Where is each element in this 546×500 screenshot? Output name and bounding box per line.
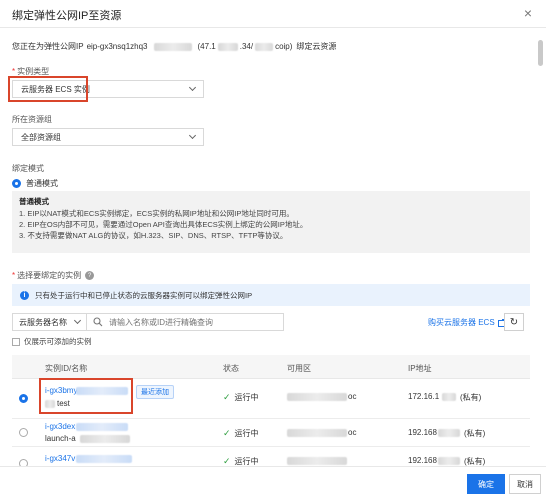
note-line: 3. 不支持需要做NAT ALG的协议，如H.323、SIP、DNS、RTSP、… [19, 231, 288, 240]
redacted-text [287, 393, 347, 401]
ip-type: (私有) [460, 393, 482, 402]
redacted-text [287, 429, 347, 437]
bind-mode-option: 普通模式 [26, 179, 58, 188]
ip-part: (47.1 [197, 42, 216, 51]
check-icon: ✓ [223, 428, 231, 438]
intro-suffix: 绑定云资源 [296, 42, 337, 51]
highlight-box [8, 76, 88, 102]
table-header: 实例ID/名称 状态 可用区 IP地址 [12, 355, 530, 379]
ip-suffix: coip) [275, 42, 293, 51]
buy-ecs-link[interactable]: 购买云服务器 ECS [428, 317, 506, 328]
bind-mode-label: 绑定模式 [12, 164, 44, 173]
note-line: 1. EIP以NAT模式和ECS实例绑定，ECS实例的私网IP地址和公网IP地址… [19, 209, 294, 218]
resource-group-value: 全部资源组 [21, 132, 61, 142]
redacted-text [217, 42, 238, 51]
recent-tag: 最近添加 [136, 385, 174, 399]
status: ✓ 运行中 [223, 456, 259, 466]
check-icon: ✓ [223, 392, 231, 402]
select-instance-label: * 选择要绑定的实例 ? [12, 270, 95, 281]
redacted-text [255, 42, 274, 51]
eip-id: eip-gx3nsq1zhq3 [86, 42, 148, 51]
col-zone: 可用区 [287, 364, 311, 373]
table-row[interactable]: i-gx3dex launch-a ✓ 运行中 oc 192.168 (私有) [12, 419, 530, 447]
info-bar: i 只有处于运行中和已停止状态的云服务器实例可以绑定弹性公网IP [12, 284, 530, 306]
refresh-icon: ↻ [509, 316, 519, 328]
confirm-button[interactable]: 确定 [467, 474, 505, 494]
note-line: 2. EIP在OS内部不可见，需要通过Open API查询出具体ECS实例上绑定… [19, 220, 308, 229]
intro-text: 您正在为弹性公网IP eip-gx3nsq1zhq3 (47.1 .34/ co… [12, 41, 336, 52]
close-icon[interactable]: × [524, 5, 532, 21]
row-radio[interactable] [19, 459, 28, 466]
cancel-button[interactable]: 取消 [509, 474, 541, 494]
instance-id[interactable]: i-gx347v [45, 454, 75, 463]
instance-type-label: * 实例类型 [12, 67, 50, 76]
search-icon [93, 317, 103, 327]
col-ip: IP地址 [408, 364, 432, 373]
note-title: 普通模式 [19, 197, 49, 206]
ip-type: (私有) [464, 457, 486, 466]
row-radio[interactable] [19, 394, 28, 403]
redacted-text [80, 435, 130, 443]
redacted-text [442, 393, 456, 401]
dialog-footer [0, 467, 546, 500]
ip-address: 172.16.1 [408, 392, 440, 401]
header-divider [0, 27, 546, 28]
mode-description: 普通模式 1. EIP以NAT模式和ECS实例绑定，ECS实例的私网IP地址和公… [12, 191, 530, 253]
highlight-box [39, 378, 133, 414]
search-filter-select[interactable]: 云服务器名称 [13, 314, 87, 330]
ip-type: (私有) [464, 429, 486, 438]
col-id: 实例ID/名称 [45, 364, 88, 373]
redacted-text [438, 457, 460, 465]
table-row[interactable]: i-gx347v ✓ 运行中 192.168 (私有) [12, 447, 530, 466]
chevron-down-icon [188, 83, 197, 92]
instance-name: launch-a [45, 434, 76, 443]
zone: oc [348, 392, 357, 401]
ip-part2: .34/ [239, 42, 254, 51]
redacted-text [287, 457, 347, 465]
chevron-down-icon [188, 131, 197, 140]
dialog-title: 绑定弹性公网IP至资源 [12, 10, 122, 22]
redacted-text [76, 455, 132, 463]
check-icon: ✓ [223, 456, 231, 466]
redacted-text [76, 423, 128, 431]
instance-id[interactable]: i-gx3dex [45, 422, 75, 431]
ip-address: 192.168 [408, 456, 437, 465]
refresh-button[interactable]: ↻ [504, 313, 524, 331]
radio-selected[interactable] [12, 179, 21, 188]
resource-group-select[interactable]: 全部资源组 [12, 128, 204, 146]
scrollbar-thumb[interactable] [538, 40, 543, 66]
redacted-text [438, 429, 460, 437]
row-radio[interactable] [19, 428, 28, 437]
intro-prefix: 您正在为弹性公网IP [12, 42, 84, 51]
col-status: 状态 [223, 364, 239, 373]
search-input[interactable] [109, 317, 279, 327]
search-bar: 云服务器名称 [12, 313, 284, 331]
info-icon: i [20, 290, 29, 300]
redacted-text [153, 42, 192, 51]
status: ✓ 运行中 [223, 428, 259, 438]
chevron-down-icon [73, 316, 82, 325]
help-icon[interactable]: ? [85, 271, 95, 280]
zone: oc [348, 428, 357, 437]
status: ✓ 运行中 [223, 392, 259, 402]
info-text: 只有处于运行中和已停止状态的云服务器实例可以绑定弹性公网IP [35, 290, 253, 300]
only-addable-checkbox[interactable]: 仅展示可添加的实例 [12, 336, 92, 347]
ip-address: 192.168 [408, 428, 437, 437]
bind-mode-radio[interactable]: 普通模式 [12, 178, 58, 189]
checkbox[interactable] [12, 337, 20, 346]
resource-group-label: 所在资源组 [12, 115, 52, 124]
